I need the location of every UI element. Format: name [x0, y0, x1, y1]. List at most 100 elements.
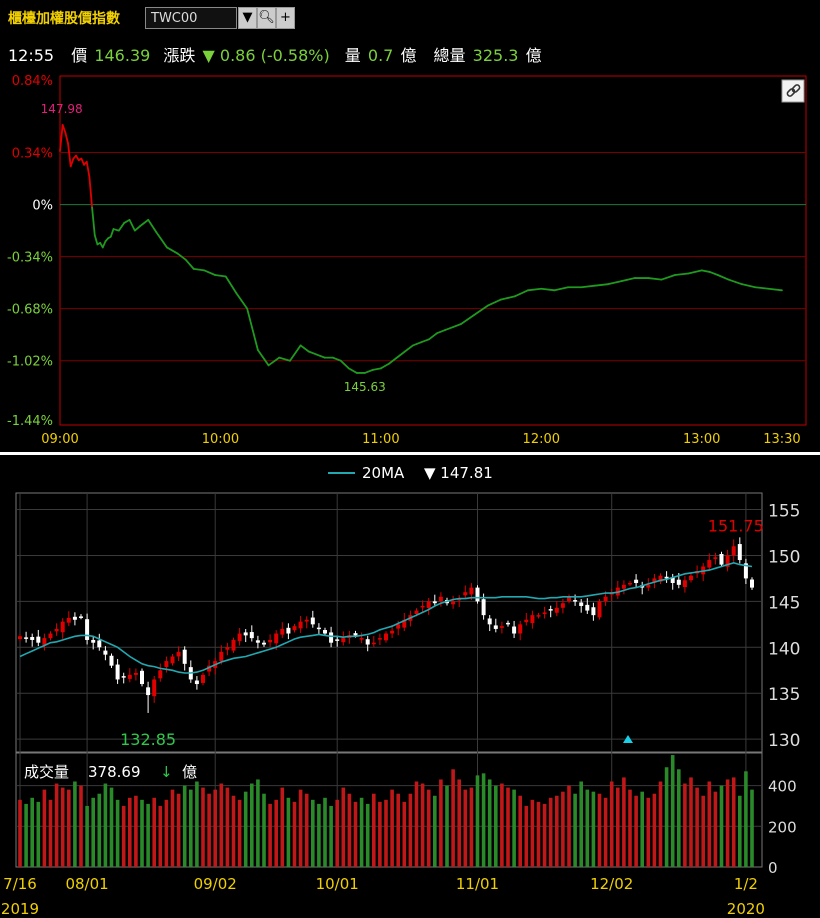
y-tick-label: 145: [768, 593, 800, 613]
volume-bar: [170, 789, 175, 867]
candle-body: [255, 640, 260, 643]
volume-bar: [695, 787, 699, 867]
price-line-segment: [80, 157, 85, 166]
candle-body: [420, 605, 425, 608]
candle-body: [603, 596, 608, 602]
volume-value: 378.69: [88, 763, 141, 781]
volume-bar: [738, 795, 742, 867]
volume-bar: [683, 783, 687, 867]
y-tick-label: -1.02%: [7, 355, 53, 370]
candle-body: [42, 638, 47, 645]
y-tick-label: 0%: [32, 199, 53, 214]
candle-body: [164, 661, 169, 667]
candle-body: [426, 601, 431, 609]
y-tick-label: 135: [768, 685, 800, 705]
volume-bar: [97, 793, 102, 867]
y-tick-label: 0.84%: [12, 74, 53, 89]
volume-bar: [372, 793, 376, 867]
candle-body: [512, 626, 517, 634]
y-tick-label: 130: [768, 731, 800, 751]
candle-body: [438, 596, 443, 602]
volume-unit: 億: [182, 763, 197, 781]
volume-bar: [573, 793, 577, 867]
volume-bar: [18, 799, 22, 867]
x-tick-label: 11:00: [362, 432, 399, 447]
price-line-segment: [93, 234, 99, 246]
candle-body: [298, 621, 303, 629]
volume-bar: [701, 795, 705, 867]
volume-bar: [677, 769, 681, 867]
price-line-segment: [500, 295, 516, 301]
volume-bar: [317, 803, 321, 867]
volume-bar: [347, 793, 352, 867]
volume-bar: [36, 801, 41, 867]
x-tick-label: 7/16: [3, 875, 37, 893]
volume-bar: [555, 795, 559, 867]
volume-value: 0.7: [367, 46, 394, 65]
candle-body: [384, 633, 388, 641]
symbol-input[interactable]: TWC00: [145, 7, 237, 29]
price-line-segment: [166, 246, 179, 255]
candle-body: [737, 544, 742, 561]
volume-bar: [134, 795, 138, 867]
volume-bar: [195, 781, 199, 867]
price-line-segment: [192, 267, 206, 272]
price-line-segment: [473, 304, 489, 316]
volume-unit: 億: [400, 46, 417, 65]
price-line-segment: [396, 350, 406, 359]
price-line-segment: [133, 225, 142, 232]
volume-bar: [433, 795, 437, 867]
candle-body: [634, 579, 639, 584]
volume-bar: [481, 773, 486, 867]
change-value: ▼ 0.86 (-0.58%): [202, 46, 330, 65]
x-tick-label: 13:30: [763, 432, 800, 447]
x-tick-label: 10/01: [316, 875, 359, 893]
price-line-segment: [527, 287, 543, 292]
volume-bar: [567, 785, 571, 867]
price-line-segment: [69, 157, 75, 168]
candle-body: [54, 628, 59, 632]
link-icon: [781, 79, 805, 103]
candle-body: [359, 638, 364, 640]
change-label: 漲跌: [163, 46, 196, 65]
price-line-segment: [379, 362, 390, 370]
x-tick-label: 13:00: [683, 432, 720, 447]
volume-bar: [207, 793, 211, 867]
add-button[interactable]: +: [276, 7, 295, 29]
candle-body: [463, 592, 468, 596]
candle-body: [353, 633, 358, 636]
candle-body: [292, 626, 297, 631]
volume-bar: [646, 797, 651, 867]
candle-body: [316, 627, 321, 630]
volume-bar: [60, 787, 65, 867]
candle-body: [646, 584, 651, 588]
price-line-segment: [64, 131, 69, 145]
volume-bar: [670, 755, 675, 867]
volume-bar: [121, 805, 126, 867]
volume-bar: [24, 803, 28, 867]
candle-body: [219, 651, 224, 662]
candle-body: [335, 639, 340, 641]
candle-body: [585, 604, 590, 611]
volume-bar: [231, 795, 236, 867]
candle-body: [225, 647, 230, 650]
candle-body: [201, 674, 205, 683]
x-tick-year-label: 2020: [727, 900, 765, 918]
dropdown-button[interactable]: ▼: [238, 7, 257, 29]
candle-body: [573, 600, 578, 602]
price-line-segment: [267, 356, 281, 367]
price-line-segment: [339, 359, 350, 370]
candle-body: [121, 676, 126, 678]
volume-bar: [536, 801, 541, 867]
volume-bar: [597, 793, 602, 867]
volume-bar: [579, 781, 583, 867]
volume-bar: [115, 799, 120, 867]
price-line-segment: [289, 344, 302, 362]
volume-bar: [451, 769, 455, 867]
search-button[interactable]: 🔍︎: [257, 7, 276, 29]
price-line-segment: [660, 274, 676, 281]
chevron-down-icon: ▼: [242, 10, 253, 25]
daily-candlestick-chart: 20MA ▼ 147.81 155 150 145 140 135 130 400 200 0 151…: [1, 464, 801, 918]
total-volume-unit: 億: [525, 46, 542, 65]
volume-bar: [713, 791, 718, 867]
